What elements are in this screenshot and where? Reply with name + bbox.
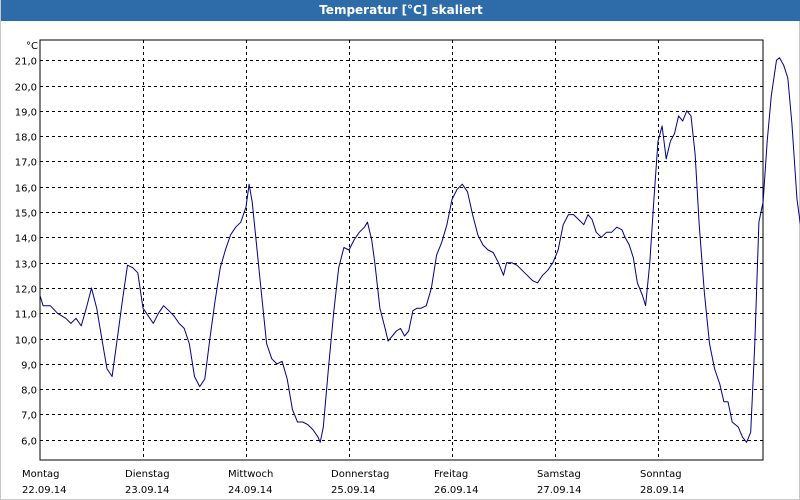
x-day-name-label: Mittwoch [228,469,273,480]
plot-area [39,39,764,461]
y-tick-label: 19,0 [15,108,37,119]
y-tick-label: 16,0 [15,184,37,195]
x-day-name-label: Dienstag [125,469,170,480]
y-tick-label: 15,0 [15,209,37,220]
x-day-name-label: Montag [22,469,59,480]
y-tick-label: 11,0 [15,310,37,321]
y-tick-label: 8,0 [21,386,37,397]
y-tick-label: 7,0 [21,411,37,422]
y-tick-label: 18,0 [15,133,37,144]
x-day-name-label: Samstag [537,469,581,480]
window-title: Temperatur [°C] skaliert [1,0,800,21]
x-day-name-label: Freitag [434,469,468,480]
x-date-label: 26.09.14 [434,485,479,496]
x-date-label: 27.09.14 [537,485,582,496]
x-date-label: 28.09.14 [640,485,685,496]
x-day-name-label: Sonntag [640,469,682,480]
x-date-label: 23.09.14 [125,485,170,496]
x-date-label: 25.09.14 [331,485,376,496]
temperature-chart: 6,0 7,0 8,0 9,0 10,0 11,0 12,0 13,0 14,0 15,0 16,0… [15,39,800,496]
y-tick-label: 20,0 [15,83,37,94]
y-tick-label: 13,0 [15,260,37,271]
y-tick-label: 9,0 [21,361,37,372]
y-tick-label: 6,0 [21,437,37,448]
y-tick-label: 10,0 [15,336,37,347]
x-axis-day-labels: Montag 22.09.14 Dienstag 23.09.14 Mittwoch 24… [22,469,685,496]
y-axis-tick-labels: 6,0 7,0 8,0 9,0 10,0 11,0 12,0 13,0 14,0 15,0 16,0… [15,57,37,448]
x-day-name-label: Donnerstag [331,469,389,480]
y-tick-label: 21,0 [15,57,37,68]
y-axis-unit-label: °C [26,41,38,52]
x-date-label: 22.09.14 [22,485,67,496]
y-tick-label: 12,0 [15,285,37,296]
x-date-label: 24.09.14 [228,485,273,496]
y-tick-label: 14,0 [15,234,37,245]
y-tick-label: 17,0 [15,158,37,169]
chart-window: Temperatur [°C] skaliert 6,0 7,0 8,0 9,0 10,… [0,0,800,500]
